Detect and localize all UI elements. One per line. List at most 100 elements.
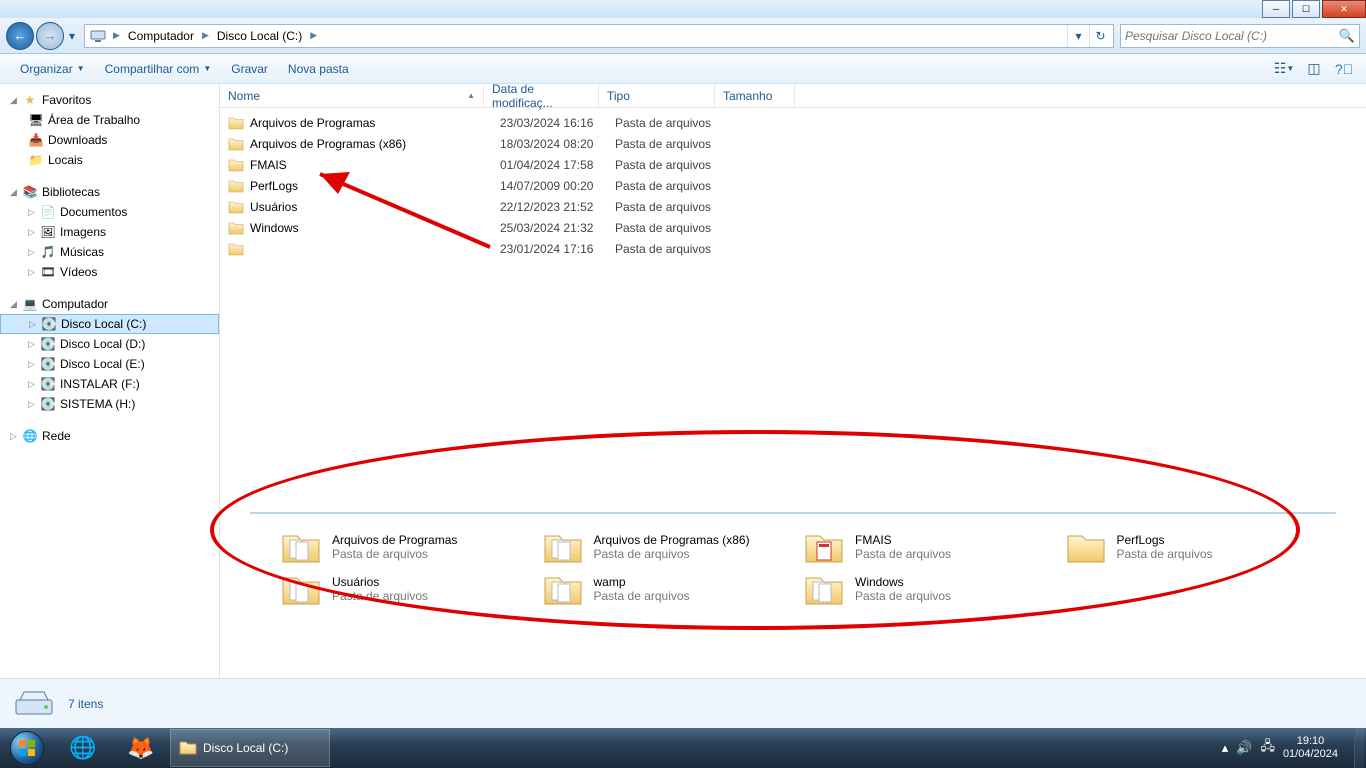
preview-item[interactable]: FMAISPasta de arquivos (803, 528, 1065, 566)
breadcrumb-computer[interactable]: Computador (124, 25, 198, 47)
tray-network-icon[interactable]: 🖧 (1260, 737, 1275, 759)
preview-item[interactable]: WindowsPasta de arquivos (803, 570, 1065, 608)
row-type: Pasta de arquivos (615, 116, 731, 130)
navigation-pane: ◢★Favoritos 🖥Área de Trabalho 📥Downloads… (0, 84, 220, 678)
preview-type: Pasta de arquivos (594, 589, 690, 603)
tray-volume-icon[interactable]: 🔊 (1236, 740, 1252, 756)
drive-icon: 💽 (40, 356, 56, 372)
file-row[interactable]: Usuários22/12/2023 21:52Pasta de arquivo… (220, 196, 1366, 217)
search-box[interactable]: 🔍 (1120, 24, 1360, 48)
preview-name: FMAIS (855, 533, 951, 547)
sidebar-item-drive-d[interactable]: ▷💽Disco Local (D:) (0, 334, 219, 354)
preview-pane-button[interactable]: ◫ (1302, 57, 1326, 81)
libraries-group[interactable]: ◢📚Bibliotecas (0, 182, 219, 202)
drive-icon: 💽 (41, 316, 57, 332)
preview-type: Pasta de arquivos (594, 547, 750, 561)
column-headers: Nome Data de modificaç... Tipo Tamanho (220, 84, 1366, 108)
show-desktop-button[interactable] (1354, 728, 1364, 768)
preview-name: Arquivos de Programas (332, 533, 457, 547)
burn-button[interactable]: Gravar (221, 54, 278, 83)
refresh-button[interactable]: ↻ (1089, 25, 1111, 47)
row-name: Arquivos de Programas (x86) (250, 137, 500, 151)
breadcrumb-separator[interactable]: ▶ (109, 30, 124, 41)
preview-item[interactable]: wampPasta de arquivos (542, 570, 804, 608)
help-button[interactable]: ?⃝ (1332, 57, 1356, 81)
taskbar-app-explorer[interactable]: Disco Local (C:) (170, 729, 330, 767)
sidebar-item-drive-h[interactable]: ▷💽SISTEMA (H:) (0, 394, 219, 414)
breadcrumb-separator[interactable]: ▶ (198, 30, 213, 41)
column-name[interactable]: Nome (220, 84, 484, 107)
share-menu[interactable]: Compartilhar com▼ (95, 54, 222, 83)
taskbar: 🌐 🦊 Disco Local (C:) ▴ 🔊 🖧 19:10 01/04/2… (0, 728, 1366, 768)
folder-icon (228, 200, 244, 214)
file-row[interactable]: PerfLogs14/07/2009 00:20Pasta de arquivo… (220, 175, 1366, 196)
sidebar-item-desktop[interactable]: 🖥Área de Trabalho (0, 110, 219, 130)
column-size[interactable]: Tamanho (715, 84, 795, 107)
sidebar-item-drive-f[interactable]: ▷💽INSTALAR (F:) (0, 374, 219, 394)
taskbar-app-firefox[interactable]: 🦊 (112, 729, 170, 767)
sidebar-item-downloads[interactable]: 📥Downloads (0, 130, 219, 150)
windows-logo-icon (10, 731, 44, 765)
preview-name: Usuários (332, 575, 428, 589)
minimize-button[interactable]: ─ (1262, 0, 1290, 18)
network-group[interactable]: ▷🌐Rede (0, 426, 219, 446)
file-row[interactable]: Windows25/03/2024 21:32Pasta de arquivos (220, 217, 1366, 238)
preview-name: PerfLogs (1117, 533, 1213, 547)
file-row[interactable]: Arquivos de Programas (x86)18/03/2024 08… (220, 133, 1366, 154)
maximize-button[interactable]: ☐ (1292, 0, 1320, 18)
status-text: 7 itens (68, 697, 103, 711)
sidebar-item-pictures[interactable]: ▷🖼Imagens (0, 222, 219, 242)
preview-name: Arquivos de Programas (x86) (594, 533, 750, 547)
preview-item[interactable]: UsuáriosPasta de arquivos (280, 570, 542, 608)
breadcrumb-separator[interactable]: ▶ (306, 30, 321, 41)
column-type[interactable]: Tipo (599, 84, 715, 107)
recent-icon: 📁 (28, 152, 44, 168)
sidebar-item-documents[interactable]: ▷📄Documentos (0, 202, 219, 222)
start-button[interactable] (0, 728, 54, 768)
organize-label: Organizar (20, 62, 73, 76)
organize-menu[interactable]: Organizar▼ (10, 54, 95, 83)
tray-clock[interactable]: 19:10 01/04/2024 (1283, 735, 1346, 761)
close-button[interactable]: ✕ (1322, 0, 1366, 18)
window-titlebar: ─ ☐ ✕ (0, 0, 1366, 18)
folder-icon (228, 242, 244, 256)
file-row[interactable]: FMAIS01/04/2024 17:58Pasta de arquivos (220, 154, 1366, 175)
drive-icon: 💽 (40, 396, 56, 412)
row-type: Pasta de arquivos (615, 200, 731, 214)
back-button[interactable]: ← (6, 22, 34, 50)
sidebar-item-videos[interactable]: ▷🎞Vídeos (0, 262, 219, 282)
downloads-label: Downloads (48, 133, 107, 147)
videos-label: Vídeos (60, 265, 97, 279)
tray-show-hidden[interactable]: ▴ (1222, 740, 1229, 756)
row-name: FMAIS (250, 158, 500, 172)
breadcrumb-dropdown[interactable]: ▾ (1067, 25, 1089, 47)
sidebar-item-drive-e[interactable]: ▷💽Disco Local (E:) (0, 354, 219, 374)
file-row[interactable]: 23/01/2024 17:16Pasta de arquivos (220, 238, 1366, 259)
row-date: 14/07/2009 00:20 (500, 179, 615, 193)
sidebar-item-music[interactable]: ▷🎵Músicas (0, 242, 219, 262)
sidebar-item-recent[interactable]: 📁Locais (0, 150, 219, 170)
sidebar-item-drive-c[interactable]: ▷💽Disco Local (C:) (0, 314, 219, 334)
preview-item[interactable]: Arquivos de ProgramasPasta de arquivos (280, 528, 542, 566)
row-type: Pasta de arquivos (615, 179, 731, 193)
search-input[interactable] (1125, 29, 1339, 43)
new-folder-button[interactable]: Nova pasta (278, 54, 359, 83)
forward-button[interactable]: → (36, 22, 64, 50)
search-icon: 🔍 (1339, 28, 1355, 44)
view-options-button[interactable]: ☷▼ (1272, 57, 1296, 81)
folder-icon (228, 221, 244, 235)
folder-icon (803, 528, 845, 566)
column-date[interactable]: Data de modificaç... (484, 84, 599, 107)
taskbar-app-ie[interactable]: 🌐 (54, 729, 112, 767)
computer-group[interactable]: ◢💻Computador (0, 294, 219, 314)
navigation-bar: ← → ▾ ▶ Computador ▶ Disco Local (C:) ▶ … (0, 18, 1366, 54)
preview-item[interactable]: Arquivos de Programas (x86)Pasta de arqu… (542, 528, 804, 566)
history-dropdown[interactable]: ▾ (66, 22, 78, 50)
favorites-group[interactable]: ◢★Favoritos (0, 90, 219, 110)
preview-item[interactable]: PerfLogsPasta de arquivos (1065, 528, 1327, 566)
breadcrumb[interactable]: ▶ Computador ▶ Disco Local (C:) ▶ ▾ ↻ (84, 24, 1114, 48)
videos-icon: 🎞 (40, 264, 56, 280)
file-row[interactable]: Arquivos de Programas23/03/2024 16:16Pas… (220, 112, 1366, 133)
share-label: Compartilhar com (105, 62, 200, 76)
breadcrumb-drive-c[interactable]: Disco Local (C:) (213, 25, 306, 47)
